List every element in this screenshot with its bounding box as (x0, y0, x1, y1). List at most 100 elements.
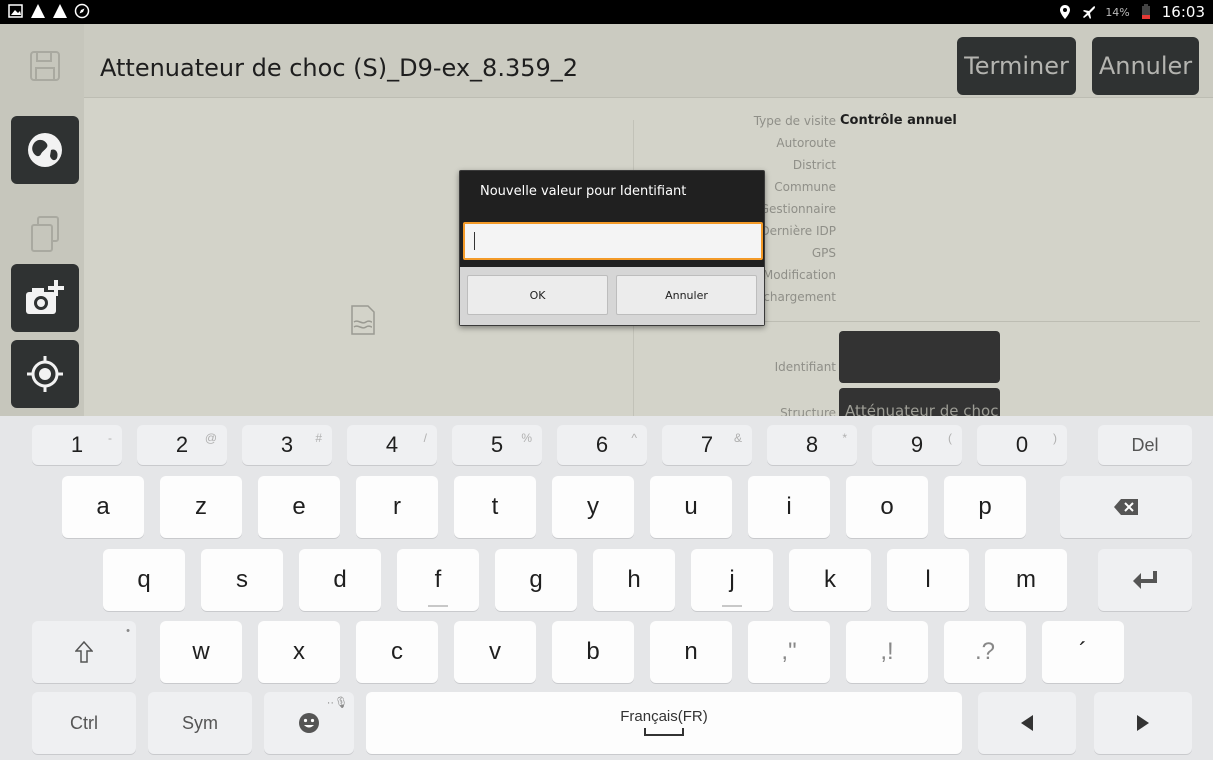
key-f[interactable]: f (397, 549, 479, 611)
key-g[interactable]: g (495, 549, 577, 611)
warning-icon (53, 4, 67, 18)
key-6[interactable]: 6 ^ (557, 425, 647, 465)
key-2[interactable]: 2 @ (137, 425, 227, 465)
emoji-key[interactable]: ··🎙 (264, 692, 354, 754)
key-i[interactable]: i (748, 476, 830, 538)
locate-button[interactable] (11, 340, 79, 408)
key-period-question[interactable]: .? (944, 621, 1026, 683)
key-alt-label: @ (204, 431, 217, 445)
key-alt-label: ^ (631, 431, 637, 445)
key-5[interactable]: 5% (452, 425, 542, 465)
key-r[interactable]: r (356, 476, 438, 538)
copy-button[interactable] (11, 200, 79, 268)
key-h[interactable]: h (593, 549, 675, 611)
key-b[interactable]: b (552, 621, 634, 683)
cursor-right-key[interactable] (1094, 692, 1192, 754)
key-u[interactable]: u (650, 476, 732, 538)
key-n[interactable]: n (650, 621, 732, 683)
key-e[interactable]: e (258, 476, 340, 538)
key-j[interactable]: j (691, 549, 773, 611)
field-label-gps: GPS (811, 246, 836, 260)
app-screen: Attenuateur de choc (S)_D9-ex_8.359_2 Te… (0, 24, 1213, 440)
key-x[interactable]: x (258, 621, 340, 683)
key-c[interactable]: c (356, 621, 438, 683)
space-key-label: Français(FR) (620, 708, 708, 725)
key-q[interactable]: q (103, 549, 185, 611)
key-d[interactable]: d (299, 549, 381, 611)
field-label-district: District (792, 158, 836, 172)
screenshot-icon (8, 4, 23, 18)
identifiant-field[interactable] (839, 331, 1000, 383)
finish-button[interactable]: Terminer (957, 37, 1076, 95)
shift-icon (75, 641, 93, 663)
shift-key[interactable]: • (32, 621, 136, 683)
field-value-visit-type: Contrôle annuel (840, 113, 957, 128)
cursor-left-key[interactable] (978, 692, 1076, 754)
field-label-identifiant: Identifiant (774, 360, 836, 374)
dialog-cancel-button[interactable]: Annuler (616, 275, 757, 315)
backspace-key[interactable] (1060, 476, 1192, 538)
enter-key[interactable] (1098, 549, 1192, 611)
key-3[interactable]: 3 # (242, 425, 332, 465)
key-label: 9 (910, 432, 924, 457)
copy-icon (31, 216, 59, 252)
key-z[interactable]: z (160, 476, 242, 538)
ctrl-key[interactable]: Ctrl (32, 692, 136, 754)
key-w[interactable]: w (160, 621, 242, 683)
screen: 14% 16:03 Attenuateur de choc (S)_D9-ex_… (0, 0, 1213, 760)
sidebar (0, 24, 84, 416)
space-icon (644, 728, 684, 736)
add-photo-button[interactable] (11, 264, 79, 332)
key-y[interactable]: y (552, 476, 634, 538)
key-k[interactable]: k (789, 549, 871, 611)
key-comma-exclaim[interactable]: ,! (846, 621, 928, 683)
battery-percentage: 14% (1105, 5, 1130, 19)
ok-button[interactable]: OK (467, 275, 608, 315)
backspace-icon (1114, 499, 1138, 515)
key-1[interactable]: 1- (32, 425, 122, 465)
key-8[interactable]: 8 * (767, 425, 857, 465)
map-button[interactable] (11, 116, 79, 184)
key-t[interactable]: t (454, 476, 536, 538)
key-label: 2 (175, 432, 189, 457)
key-acute-accent[interactable]: ´ (1042, 621, 1124, 683)
key-label: f (434, 566, 442, 593)
page-title: Attenuateur de choc (S)_D9-ex_8.359_2 (100, 54, 579, 82)
key-a[interactable]: a (62, 476, 144, 538)
field-label-highway: Autoroute (776, 136, 836, 150)
airplane-mode-icon (1083, 6, 1096, 19)
sym-key[interactable]: Sym (148, 692, 252, 754)
key-0[interactable]: 0) (977, 425, 1067, 465)
key-comma-quote[interactable]: ," (748, 621, 830, 683)
identifiant-input[interactable] (463, 222, 763, 260)
save-button[interactable] (11, 32, 79, 100)
key-7[interactable]: 7 & (662, 425, 752, 465)
key-l[interactable]: l (887, 549, 969, 611)
key-s[interactable]: s (201, 549, 283, 611)
battery-icon (1141, 4, 1150, 19)
key-alt-label: / (423, 431, 427, 445)
dialog-button-bar: OK Annuler (460, 267, 764, 325)
key-v[interactable]: v (454, 621, 536, 683)
key-alt-label: ( (948, 431, 952, 445)
dialog-title: Nouvelle valeur pour Identifiant (480, 184, 687, 199)
key-4[interactable]: 4/ (347, 425, 437, 465)
key-o[interactable]: o (846, 476, 928, 538)
key-label: 6 (595, 432, 609, 457)
key-m[interactable]: m (985, 549, 1067, 611)
save-icon (30, 51, 60, 81)
key-9[interactable]: 9( (872, 425, 962, 465)
key-alt-label: % (521, 431, 532, 445)
key-alt-label: * (842, 431, 847, 445)
space-key[interactable]: Français(FR) (366, 692, 962, 754)
key-p[interactable]: p (944, 476, 1026, 538)
field-label-commune: Commune (774, 180, 836, 194)
key-label: j (729, 566, 735, 593)
cancel-button[interactable]: Annuler (1092, 37, 1199, 95)
voice-input-icon: ··🎙 (326, 697, 348, 709)
text-caret (474, 232, 475, 250)
status-bar: 14% 16:03 (0, 0, 1213, 24)
del-key[interactable]: Del (1098, 425, 1192, 465)
key-alt-label: - (108, 431, 112, 445)
key-label: 0 (1015, 432, 1029, 457)
